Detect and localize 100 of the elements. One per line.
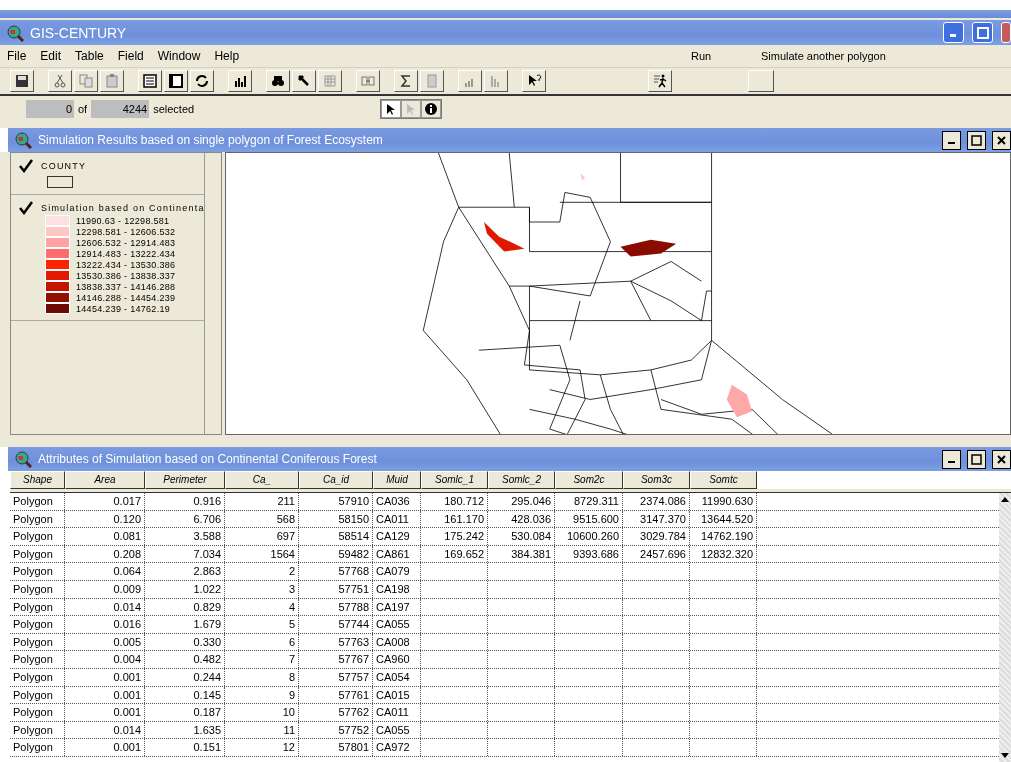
table-cell: 175.242 [421,528,488,545]
minimize-button[interactable] [942,449,961,469]
app-title: GIS-CENTURY [30,24,128,41]
table-cell: 58150 [299,510,373,528]
class-range-label: 13838.337 - 14146.288 [76,281,176,292]
column-header[interactable]: Som2c [555,471,623,489]
column-header[interactable]: Somtc [690,471,757,489]
selected-count-field: 0 [26,100,74,118]
toolbar-button[interactable] [266,70,290,92]
refresh-icon [194,73,210,89]
table-cell: Polygon [10,651,65,668]
runner-icon [652,73,668,89]
table-cell: 3029.784 [623,528,690,545]
table-cell: 2457.696 [623,545,690,563]
table-cell: 5 [225,616,299,633]
simulate-button[interactable] [748,70,774,92]
column-header[interactable]: Area [65,471,145,489]
info-icon [425,103,438,115]
table-cell: 0.151 [145,739,225,756]
table-cell: 568 [225,510,299,528]
maximize-button[interactable] [967,130,986,150]
simulate-label: Simulate another polygon [761,50,887,62]
table-cell: Polygon [10,686,65,704]
class-range-label: 12606.532 - 12914.483 [76,237,176,248]
toolbar-button[interactable] [318,70,342,92]
table-cell: 0.001 [65,704,145,721]
table-cell: CA960 [373,651,421,668]
toolbar-button[interactable] [292,70,316,92]
table-cell: 14762.190 [690,528,757,545]
close-button[interactable] [992,130,1011,150]
minimize-button[interactable] [942,130,961,150]
table-cell: Polygon [10,493,65,510]
toolbar-button[interactable] [100,70,124,92]
grid-icon [322,73,338,89]
toolbar-button[interactable] [48,70,72,92]
table-cell: 9515.600 [555,510,623,528]
table-cell: 2 [225,563,299,580]
maximize-icon [971,453,982,465]
info-tool[interactable] [421,100,442,118]
class-range-label: 14146.288 - 14454.239 [76,292,176,303]
table-cell: 57761 [299,686,373,704]
toolbar-button[interactable] [484,70,508,92]
toolbar-button[interactable] [394,70,418,92]
menu-item[interactable]: Field [117,49,144,63]
run-button[interactable] [648,70,672,92]
toolbar-button[interactable] [74,70,98,92]
table-cell: 7.034 [145,545,225,563]
table-cell: 6.706 [145,510,225,528]
of-label: of [78,103,88,115]
pointer-tool[interactable] [381,100,402,118]
layer-checkbox[interactable] [19,159,33,173]
column-header[interactable]: Ca_id [299,471,373,489]
layer-name: COUNTY [41,161,87,171]
class-range-label: 14454.239 - 14762.19 [76,303,171,314]
toolbar-button[interactable] [458,70,482,92]
checkmark-icon [19,159,33,173]
menu-item[interactable]: File [7,49,27,63]
menu-item[interactable]: Help [214,49,240,63]
column-header[interactable]: Shape [10,471,65,489]
menu-item[interactable]: Edit [40,49,62,63]
close-button[interactable] [992,449,1011,469]
toolbar-button[interactable] [164,70,188,92]
layer-name: Simulation based on Continenta [41,203,205,213]
table-cell: 0.016 [65,616,145,633]
toolbar-button[interactable] [420,70,444,92]
list-icon [142,73,158,89]
column-header[interactable]: Perimeter [145,471,225,489]
save-icon [14,73,30,89]
column-header[interactable]: Muid [373,471,421,489]
table-cell: 10600.260 [555,528,623,545]
table-cell: 12 [225,739,299,756]
table-cell: CA861 [373,545,421,563]
total-count-field: 4244 [91,100,150,118]
table-cell: 0.017 [65,493,145,510]
table-cell: 13644.520 [690,510,757,528]
column-header[interactable]: Somlc_2 [488,471,555,489]
table-cell: Polygon [10,704,65,721]
toolbar-button[interactable] [138,70,162,92]
scrollbar[interactable] [999,493,1011,762]
toolbar-button[interactable] [10,70,34,92]
column-header[interactable]: Som3c [623,471,690,489]
table-cell: 428.036 [488,510,555,528]
toolbar-button[interactable] [228,70,252,92]
table-cell: 0.005 [65,633,145,651]
table-cell: 0.001 [65,739,145,756]
maximize-button[interactable] [967,449,986,469]
table-cell: Polygon [10,580,65,598]
column-header[interactable]: Somlc_1 [421,471,488,489]
layer-checkbox[interactable] [19,201,33,215]
table-cell: Polygon [10,598,65,616]
toolbar-button[interactable] [190,70,214,92]
menu-item[interactable]: Table [75,49,104,63]
table-cell: 57788 [299,598,373,616]
toolbar-button[interactable] [356,70,380,92]
menu-item[interactable]: Window [157,49,201,63]
table-cell: CA036 [373,493,421,510]
column-header[interactable]: Ca_ [225,471,299,489]
table-cell: 0.004 [65,651,145,668]
toolbar-button[interactable] [522,70,546,92]
table-cell: 7 [225,651,299,668]
